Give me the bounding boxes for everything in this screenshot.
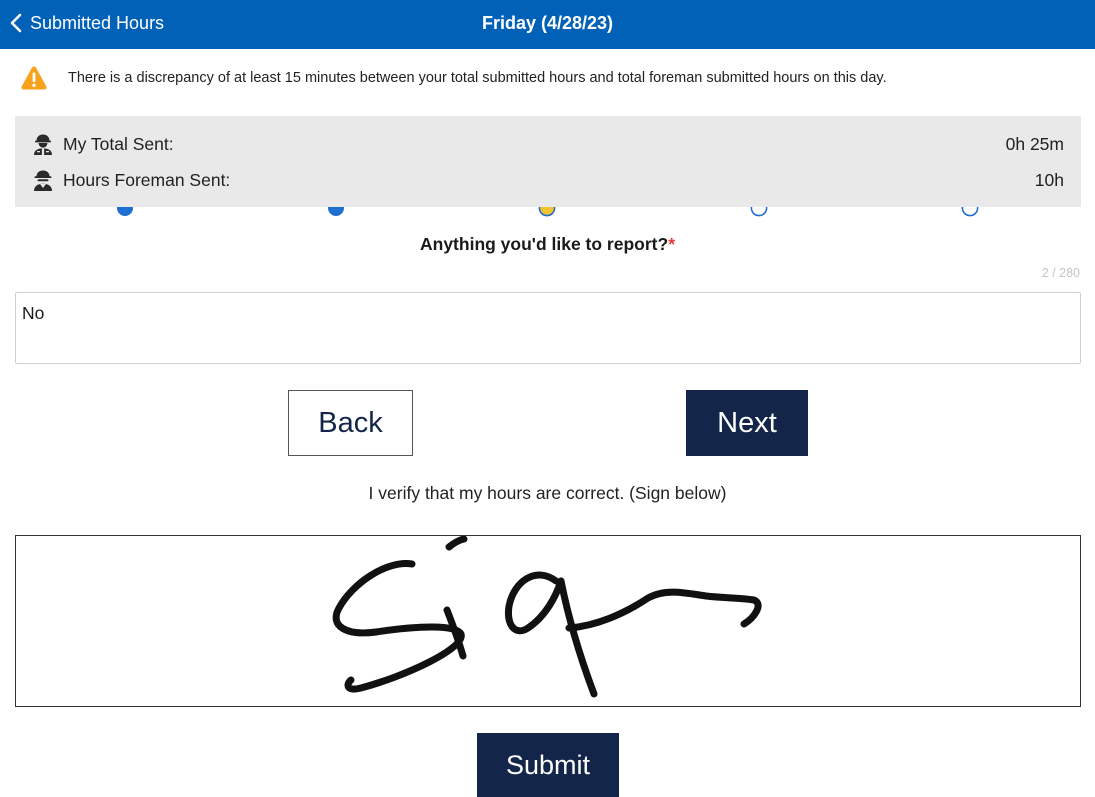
step-complete-icon	[117, 207, 133, 216]
verify-statement: I verify that my hours are correct. (Sig…	[368, 483, 727, 503]
my-total-label: My Total Sent:	[63, 133, 174, 154]
report-question: Anything you'd like to report?*	[0, 234, 1095, 255]
next-button[interactable]: Next	[686, 390, 808, 456]
step-indicator	[0, 207, 1095, 225]
worker-icon	[34, 134, 52, 155]
step-dot-5[interactable]	[961, 207, 979, 225]
step-dot-1[interactable]	[116, 207, 134, 225]
character-counter: 2 / 280	[1041, 266, 1080, 280]
my-total-value: 0h 25m	[1005, 133, 1064, 154]
foreman-total-value: 10h	[1034, 169, 1064, 190]
signature-pad[interactable]	[15, 535, 1081, 707]
step-current-icon	[538, 207, 556, 217]
step-pending-icon	[961, 207, 979, 217]
top-bar: Submitted Hours Friday (4/28/23)	[0, 0, 1095, 49]
warning-triangle-icon	[21, 66, 47, 90]
warning-text: There is a discrepancy of at least 15 mi…	[68, 70, 887, 86]
required-marker: *	[668, 234, 675, 254]
submit-button[interactable]: Submit	[477, 733, 619, 797]
foreman-total-label: Hours Foreman Sent:	[63, 169, 231, 190]
hours-summary-panel: My Total Sent: 0h 25m Hours Foreman Sent…	[15, 116, 1081, 207]
step-dot-2[interactable]	[327, 207, 345, 225]
step-pending-icon	[750, 207, 768, 217]
foreman-total-row: Hours Foreman Sent: 10h	[31, 166, 1064, 194]
step-complete-icon	[328, 207, 344, 216]
back-to-submitted-hours-button[interactable]: Submitted Hours	[10, 0, 164, 46]
chevron-left-icon	[10, 13, 22, 33]
report-question-text: Anything you'd like to report?	[420, 234, 669, 254]
discrepancy-warning: There is a discrepancy of at least 15 mi…	[20, 64, 1075, 92]
report-textarea[interactable]	[15, 292, 1081, 364]
back-button[interactable]: Back	[288, 390, 413, 456]
back-link-label: Submitted Hours	[30, 12, 165, 33]
foreman-icon	[34, 170, 52, 191]
step-dot-4[interactable]	[750, 207, 768, 225]
step-dot-3[interactable]	[538, 207, 556, 225]
page-title: Friday (4/28/23)	[481, 12, 614, 33]
signature-drawing	[332, 536, 762, 698]
my-total-row: My Total Sent: 0h 25m	[31, 130, 1064, 158]
